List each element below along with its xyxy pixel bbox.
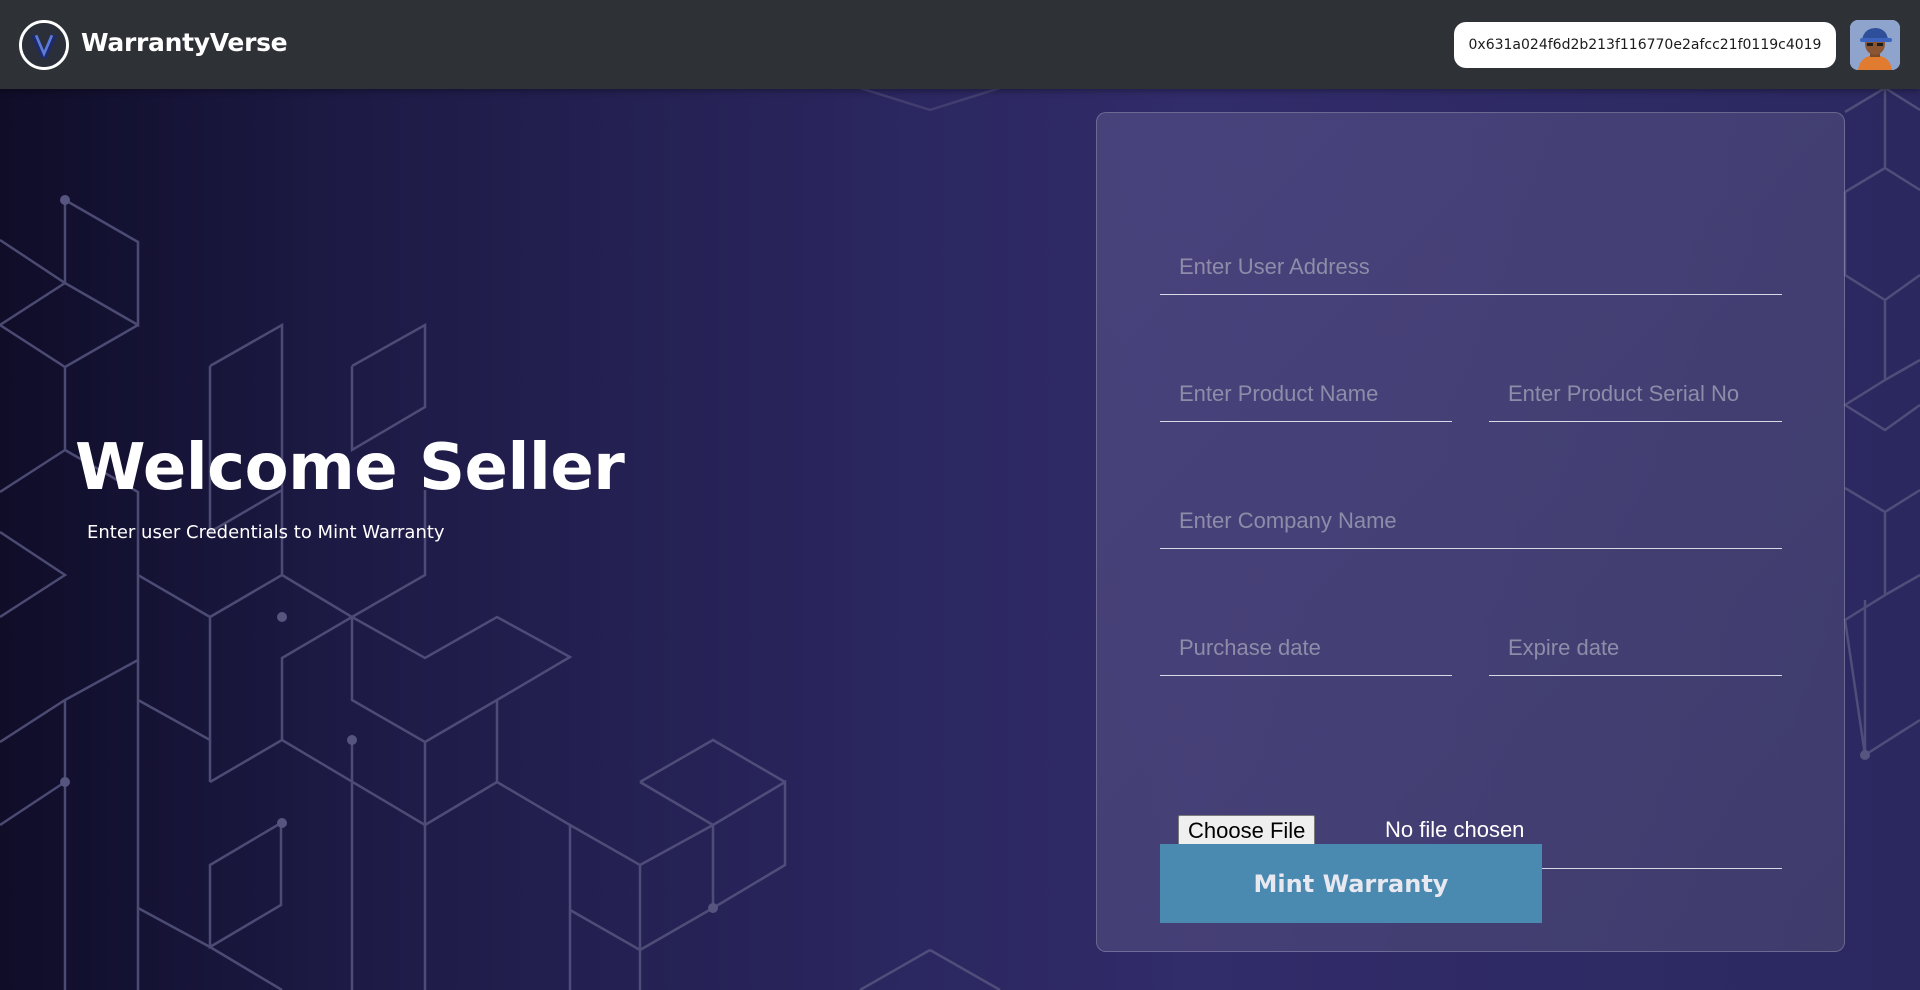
purchase-date-field [1160, 620, 1452, 676]
warrantyverse-logo-icon[interactable] [19, 20, 69, 70]
user-avatar-icon[interactable] [1850, 20, 1900, 70]
product-name-input[interactable] [1160, 366, 1452, 421]
product-serial-input[interactable] [1489, 366, 1782, 421]
welcome-subtitle: Enter user Credentials to Mint Warranty [87, 522, 445, 543]
user-address-field [1160, 239, 1782, 295]
brand-name[interactable]: WarrantyVerse [81, 28, 288, 57]
mint-warranty-form: Choose File No file chosen Mint Warranty [1096, 112, 1845, 952]
expire-date-input[interactable] [1489, 620, 1782, 675]
wallet-address-button[interactable]: 0x631a024f6d2b213f116770e2afcc21f0119c40… [1454, 22, 1836, 68]
user-address-input[interactable] [1160, 239, 1782, 294]
file-status-text: No file chosen [1385, 817, 1525, 842]
product-serial-field [1489, 366, 1782, 422]
choose-file-button[interactable]: Choose File [1178, 815, 1316, 847]
expire-date-field [1489, 620, 1782, 676]
welcome-heading: Welcome Seller [75, 431, 625, 505]
top-navbar: WarrantyVerse 0x631a024f6d2b213f116770e2… [0, 0, 1920, 89]
product-name-field [1160, 366, 1452, 422]
purchase-date-input[interactable] [1160, 620, 1452, 675]
mint-warranty-button[interactable]: Mint Warranty [1160, 844, 1542, 923]
company-name-field [1160, 493, 1782, 549]
company-name-input[interactable] [1160, 493, 1782, 548]
